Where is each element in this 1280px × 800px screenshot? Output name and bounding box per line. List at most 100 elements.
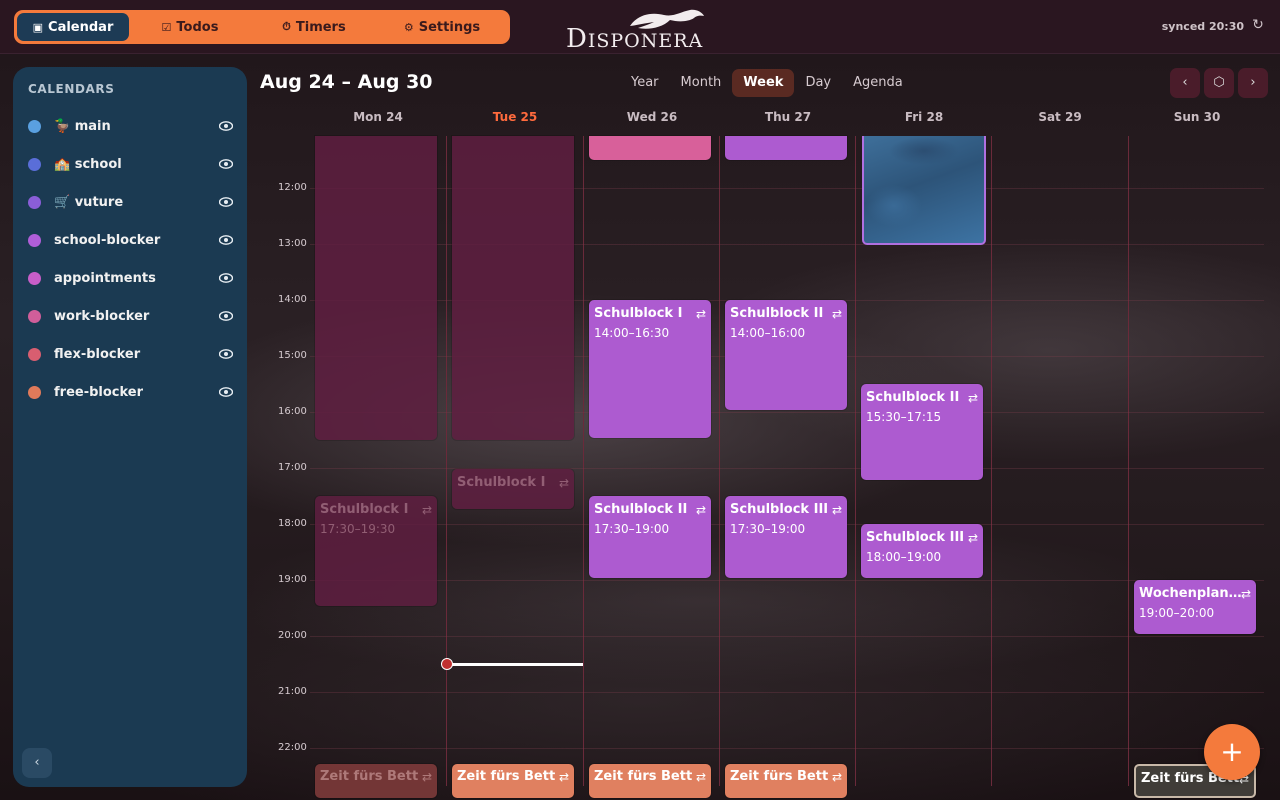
repeat-icon: ⇄: [967, 391, 978, 405]
calendar-event-continued[interactable]: [725, 136, 847, 160]
repeat-icon: ⇄: [831, 307, 842, 321]
hour-label: 19:00: [278, 574, 307, 585]
view-day[interactable]: Day: [794, 69, 842, 97]
day-column-divider: [719, 136, 720, 786]
calendar-item[interactable]: flex-blocker: [13, 339, 247, 369]
event-time: 14:00–16:30: [594, 326, 670, 340]
next-week-button[interactable]: ›: [1238, 68, 1268, 98]
day-column-divider: [583, 136, 584, 786]
hour-label: 13:00: [278, 238, 307, 249]
hour-label: 14:00: [278, 294, 307, 305]
view-month[interactable]: Month: [670, 69, 733, 97]
day-header[interactable]: Fri 28: [856, 110, 992, 124]
tab-timers[interactable]: ⏱ Timers: [251, 13, 377, 41]
calendar-color-dot: [28, 195, 41, 209]
calendar-event[interactable]: Schulblock II 15:30–17:15 ⇄: [861, 384, 983, 480]
day-header[interactable]: Sat 29: [992, 110, 1128, 124]
visibility-eye-icon[interactable]: [219, 197, 233, 207]
calendar-name: 🦆 main: [54, 118, 111, 134]
repeat-icon: ⇄: [1240, 587, 1251, 601]
event-title: Zeit fürs Bett: [320, 769, 419, 784]
repeat-icon: ⇄: [695, 770, 706, 784]
event-title: Wochenplan…: [1139, 586, 1242, 601]
view-year[interactable]: Year: [620, 69, 670, 97]
day-header[interactable]: Thu 27: [720, 110, 856, 124]
hour-line: [310, 468, 1264, 469]
calendar-event[interactable]: Zeit fürs Bett ⇄: [589, 764, 711, 798]
tab-label: Calendar: [48, 19, 114, 35]
calendar-event-continued[interactable]: [589, 136, 711, 160]
today-button[interactable]: ⬡: [1204, 68, 1234, 98]
view-agenda[interactable]: Agenda: [842, 69, 914, 97]
calendar-item[interactable]: 🦆 main: [13, 111, 247, 141]
date-range-title: Aug 24 – Aug 30: [260, 71, 433, 93]
event-image-thumbnail[interactable]: [862, 136, 986, 245]
calendar-item[interactable]: work-blocker: [13, 301, 247, 331]
calendar-event[interactable]: Schulblock I 17:30–19:30 ⇄: [315, 496, 437, 606]
repeat-icon: ⇄: [831, 770, 842, 784]
collapse-sidebar-button[interactable]: ‹: [22, 748, 52, 778]
hour-label: 12:00: [278, 182, 307, 193]
calendar-item[interactable]: appointments: [13, 263, 247, 293]
calendar-event[interactable]: Zeit fürs Bett ⇄: [452, 764, 574, 798]
view-week[interactable]: Week: [732, 69, 795, 97]
calendar-event[interactable]: Zeit fürs Bett ⇄: [315, 764, 437, 798]
repeat-icon: ⇄: [558, 476, 569, 490]
calendar-event[interactable]: Schulblock III 17:30–19:00 ⇄: [725, 496, 847, 578]
visibility-eye-icon[interactable]: [219, 387, 233, 397]
calendar-event[interactable]: Schulblock I 14:00–16:30 ⇄: [589, 300, 711, 438]
hour-line: [310, 692, 1264, 693]
calendar-name: work-blocker: [54, 308, 150, 324]
event-time: 17:30–19:30: [320, 522, 396, 536]
calendar-color-dot: [28, 119, 41, 133]
visibility-eye-icon[interactable]: [219, 273, 233, 283]
repeat-icon: ⇄: [967, 531, 978, 545]
calendars-sidebar: CALENDARS 🦆 main 🏫 school 🛒 vuture school-b…: [13, 67, 247, 787]
calendar-item[interactable]: 🛒 vuture: [13, 187, 247, 217]
event-title: Schulblock III: [866, 530, 965, 545]
calendar-item[interactable]: school-blocker: [13, 225, 247, 255]
calendar-event-continued[interactable]: [452, 136, 574, 440]
calendar-event[interactable]: Wochenplan… 19:00–20:00 ⇄: [1134, 580, 1256, 634]
add-event-button[interactable]: +: [1204, 724, 1260, 780]
event-title: Zeit fürs Bett: [730, 769, 829, 784]
calendar-event[interactable]: Schulblock II 17:30–19:00 ⇄: [589, 496, 711, 578]
sidebar-title: CALENDARS: [28, 82, 115, 96]
visibility-eye-icon[interactable]: [219, 311, 233, 321]
calendar-color-dot: [28, 233, 41, 247]
day-column-divider: [1128, 136, 1129, 786]
event-title: Zeit fürs Bett: [457, 769, 556, 784]
day-header[interactable]: Sun 30: [1129, 110, 1265, 124]
hour-label: 16:00: [278, 406, 307, 417]
calendar-event[interactable]: Schulblock II 14:00–16:00 ⇄: [725, 300, 847, 410]
day-header[interactable]: Mon 24: [310, 110, 446, 124]
calendar-event-continued[interactable]: [315, 136, 437, 440]
calendar-name: school-blocker: [54, 232, 161, 248]
visibility-eye-icon[interactable]: [219, 349, 233, 359]
tab-settings[interactable]: ⚙ Settings: [377, 13, 507, 41]
calendar-item[interactable]: free-blocker: [13, 377, 247, 407]
calendar-name: flex-blocker: [54, 346, 141, 362]
calendar-name: 🛒 vuture: [54, 194, 124, 210]
event-time: 17:30–19:00: [594, 522, 670, 536]
checkbox-icon: ☑: [161, 20, 172, 34]
tab-todos[interactable]: ☑ Todos: [129, 13, 251, 41]
tab-label: Todos: [176, 19, 219, 35]
calendar-event[interactable]: Schulblock III 18:00–19:00 ⇄: [861, 524, 983, 578]
hour-label: 18:00: [278, 518, 307, 529]
visibility-eye-icon[interactable]: [219, 121, 233, 131]
visibility-eye-icon[interactable]: [219, 159, 233, 169]
day-header[interactable]: Tue 25: [447, 110, 583, 124]
visibility-eye-icon[interactable]: [219, 235, 233, 245]
hour-label: 20:00: [278, 630, 307, 641]
calendar-color-dot: [28, 157, 41, 171]
day-column-divider: [446, 136, 447, 786]
calendar-event[interactable]: Zeit fürs Bett ⇄: [725, 764, 847, 798]
refresh-icon[interactable]: ↻: [1250, 17, 1266, 33]
calendar-item[interactable]: 🏫 school: [13, 149, 247, 179]
prev-week-button[interactable]: ‹: [1170, 68, 1200, 98]
event-title: Schulblock II: [730, 306, 824, 321]
day-header[interactable]: Wed 26: [584, 110, 720, 124]
calendar-event[interactable]: Schulblock I ⇄: [452, 469, 574, 509]
tab-calendar[interactable]: ▣ Calendar: [17, 13, 129, 41]
